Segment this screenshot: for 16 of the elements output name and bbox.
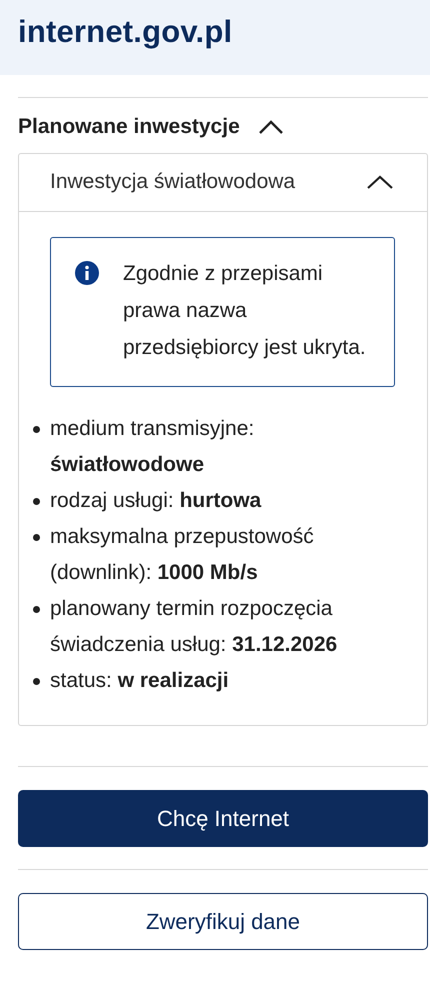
investment-toggle[interactable]: Inwestycja światłowodowa <box>19 154 427 212</box>
caret-icon <box>366 174 394 190</box>
detail-text: rodzaj usługi: hurtowa <box>50 488 262 514</box>
bullet-icon <box>33 426 40 433</box>
secondary-button[interactable]: Zweryfikuj dane <box>18 893 428 950</box>
caret-icon <box>258 119 284 135</box>
detail-text: status: w realizacji <box>50 668 229 694</box>
primary-button[interactable]: Chcę Internet <box>18 790 428 847</box>
bullet-icon <box>33 678 40 685</box>
bullet-icon <box>33 534 40 541</box>
info-icon <box>75 261 99 285</box>
site-title[interactable]: internet.gov.pl <box>18 14 232 50</box>
bullet-icon <box>33 606 40 613</box>
bullet-icon <box>33 498 40 505</box>
section-toggle[interactable]: Planowane inwestycje <box>18 115 284 139</box>
notice-text: Zgodnie z przepisami prawa nazwa przedsiębiorcy jest ukryta. <box>123 261 367 361</box>
